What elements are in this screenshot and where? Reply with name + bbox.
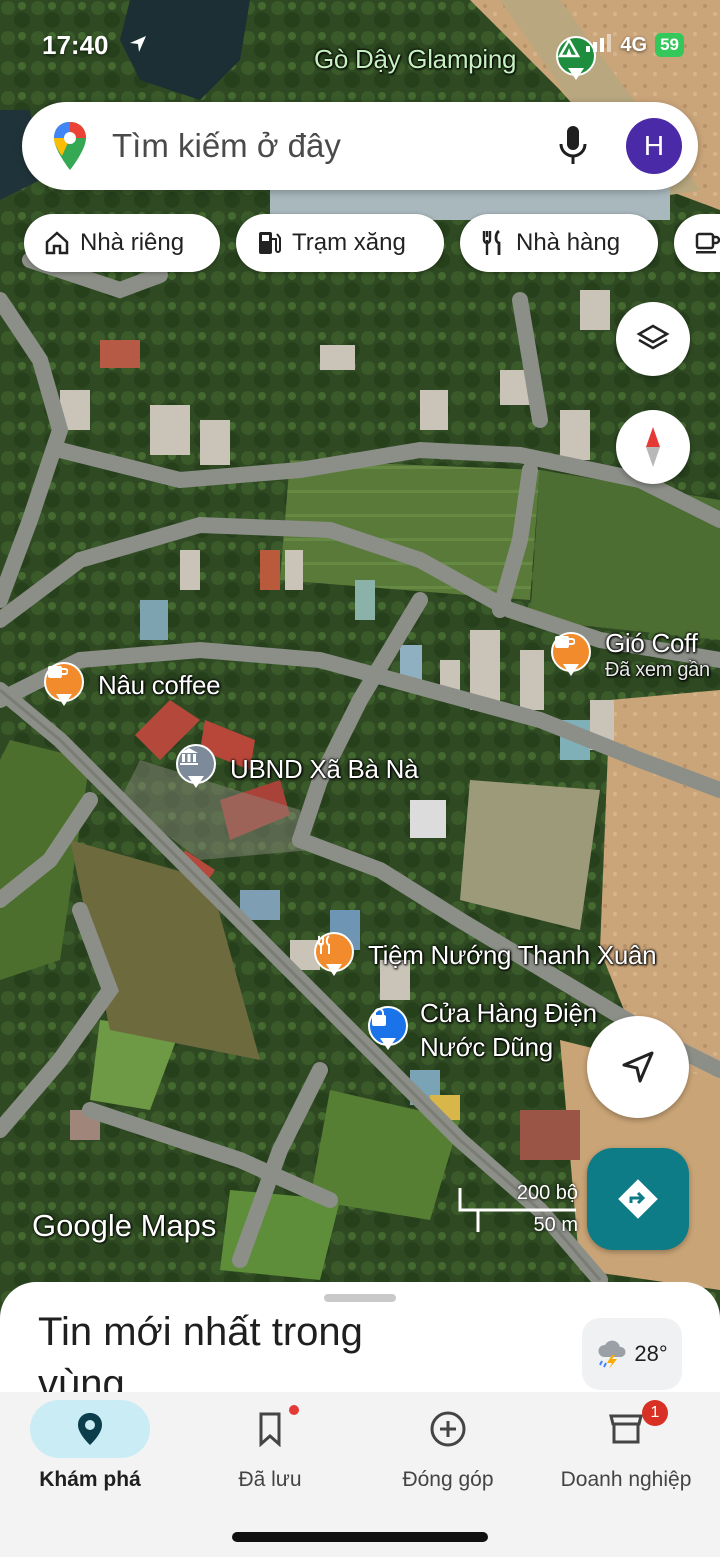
explore-pin-icon (78, 1413, 102, 1445)
directions-button[interactable] (587, 1148, 689, 1250)
chip-restaurant[interactable]: Nhà hàng (460, 214, 658, 272)
cua-hang-line1: Cửa Hàng Điện (420, 998, 597, 1028)
sheet-grabber[interactable] (324, 1294, 396, 1302)
layers-icon (636, 324, 670, 350)
thunderstorm-icon (598, 1340, 626, 1369)
battery-level: 59 (655, 33, 684, 57)
navigation-arrow-icon (622, 1051, 654, 1083)
chip-coffee[interactable] (674, 214, 720, 272)
map-label-cua-hang[interactable]: Cửa Hàng Điện Nước Dũng (420, 996, 597, 1064)
nav-saved-icon-wrap (210, 1400, 330, 1458)
gio-coffee-recent: Đã xem gần (605, 659, 710, 681)
chip-home-label: Nhà riêng (80, 229, 185, 256)
search-bar[interactable]: Tìm kiếm ở đây H (22, 102, 698, 190)
map-scale: 200 bộ 50 m (458, 1182, 578, 1242)
cua-hang-line2: Nước Dũng (420, 1032, 553, 1062)
home-indicator[interactable] (232, 1532, 488, 1542)
coffee-icon (695, 232, 720, 254)
chip-gas-station[interactable]: Trạm xăng (236, 214, 444, 272)
nav-contribute-label: Đóng góp (402, 1468, 494, 1491)
signal-icon (586, 33, 612, 57)
nav-business-label: Doanh nghiệp (560, 1468, 692, 1491)
map-label-gio-coffee[interactable]: Gió Coff Đã xem gần (605, 628, 710, 682)
nav-saved-label: Đã lưu (238, 1468, 302, 1491)
microphone-icon[interactable] (556, 124, 590, 168)
status-time: 17:40 (42, 30, 109, 60)
account-avatar[interactable]: H (626, 118, 682, 174)
layers-button[interactable] (616, 302, 690, 376)
my-location-button[interactable] (587, 1016, 689, 1118)
nav-business-icon-wrap: 1 (566, 1400, 686, 1458)
compass-button[interactable] (616, 410, 690, 484)
restaurant-icon (482, 229, 501, 255)
business-badge: 1 (642, 1400, 668, 1426)
chip-home[interactable]: Nhà riêng (24, 214, 220, 272)
search-input[interactable]: Tìm kiếm ở đây (112, 127, 556, 165)
location-services-icon (128, 34, 148, 59)
map-label-glamping[interactable]: Gò Dậy Glamping (314, 44, 516, 75)
saved-notification-dot (289, 1405, 299, 1415)
google-maps-watermark: Google Maps (32, 1208, 217, 1243)
gas-station-icon (259, 232, 281, 254)
category-chips: Nhà riêng Trạm xăng Nhà hàng (0, 214, 720, 272)
scale-imperial: 200 bộ (516, 1182, 578, 1204)
nav-explore-icon-wrap (30, 1400, 150, 1458)
map-label-ubnd[interactable]: UBND Xã Bà Nà (230, 754, 419, 785)
nav-contribute-icon-wrap (388, 1400, 508, 1458)
network-type: 4G (620, 33, 648, 56)
cua-hang-marker[interactable] (368, 1006, 412, 1058)
map-label-nau-coffee[interactable]: Nâu coffee (98, 670, 221, 701)
directions-icon (618, 1179, 658, 1219)
status-indicators: 4G 59 (586, 33, 684, 57)
chip-restaurant-label: Nhà hàng (516, 229, 621, 256)
temperature: 28° (634, 1341, 668, 1366)
gio-coffee-marker[interactable] (551, 632, 595, 684)
business-icon (609, 1414, 643, 1444)
bookmark-icon (259, 1412, 281, 1447)
gio-coffee-name: Gió Coff (605, 628, 698, 658)
add-circle-icon (430, 1411, 466, 1447)
weather-chip[interactable]: 28° (582, 1318, 682, 1390)
nau-coffee-marker[interactable] (44, 662, 88, 714)
chip-gas-station-label: Trạm xăng (292, 229, 406, 256)
ubnd-marker[interactable] (176, 744, 220, 796)
nav-explore-label: Khám phá (39, 1468, 141, 1491)
compass-icon (646, 427, 660, 467)
tiem-nuong-marker[interactable] (314, 932, 358, 984)
home-icon (45, 231, 69, 255)
map-label-tiem-nuong[interactable]: Tiệm Nướng Thanh Xuân (368, 940, 657, 971)
google-maps-logo-icon (54, 122, 86, 170)
scale-metric: 50 m (533, 1214, 578, 1236)
